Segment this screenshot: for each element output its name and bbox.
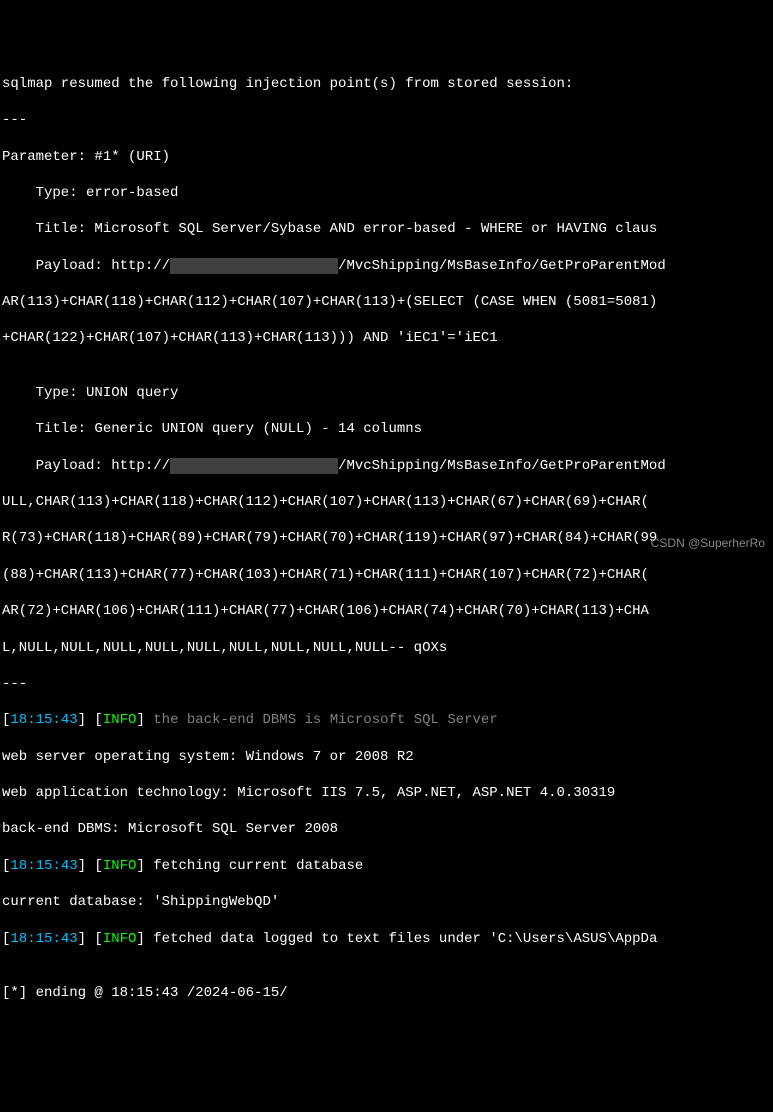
terminal-line: [18:15:43] [INFO] fetched data logged to…: [2, 930, 771, 948]
text: ULL,CHAR(113)+CHAR(118)+CHAR(112)+CHAR(1…: [2, 494, 649, 510]
terminal-line: Title: Generic UNION query (NULL) - 14 c…: [2, 420, 771, 438]
text: ---: [2, 676, 27, 692]
text: AR(113)+CHAR(118)+CHAR(112)+CHAR(107)+CH…: [2, 294, 657, 310]
terminal-line: web application technology: Microsoft II…: [2, 784, 771, 802]
log-level: INFO: [103, 858, 137, 874]
text: Title: Microsoft SQL Server/Sybase AND e…: [2, 221, 657, 237]
terminal-line: back-end DBMS: Microsoft SQL Server 2008: [2, 820, 771, 838]
terminal-line: Type: UNION query: [2, 384, 771, 402]
text: (88)+CHAR(113)+CHAR(77)+CHAR(103)+CHAR(7…: [2, 567, 649, 583]
terminal-line: [*] ending @ 18:15:43 /2024-06-15/: [2, 984, 771, 1002]
text: Type: UNION query: [2, 385, 178, 401]
redacted-ip: [170, 458, 338, 474]
watermark-text: CSDN @SuperherRo: [651, 536, 765, 550]
text: Type: error-based: [2, 185, 178, 201]
text: /MvcShipping/MsBaseInfo/GetProParentMod: [338, 258, 666, 274]
text: /MvcShipping/MsBaseInfo/GetProParentMod: [338, 458, 666, 474]
text: Payload: http://: [2, 258, 170, 274]
text: ---: [2, 112, 27, 128]
terminal-line: web server operating system: Windows 7 o…: [2, 748, 771, 766]
terminal-line: sqlmap resumed the following injection p…: [2, 75, 771, 93]
terminal-line: Payload: http:// /MvcShipping/MsBaseInfo…: [2, 257, 771, 275]
text: back-end DBMS: Microsoft SQL Server 2008: [2, 821, 338, 837]
log-message: the back-end DBMS is Microsoft SQL Serve…: [153, 712, 497, 728]
terminal-line: +CHAR(122)+CHAR(107)+CHAR(113)+CHAR(113)…: [2, 329, 771, 347]
text: R(73)+CHAR(118)+CHAR(89)+CHAR(79)+CHAR(7…: [2, 530, 657, 546]
text: web server operating system: Windows 7 o…: [2, 749, 414, 765]
terminal-line: current database: 'ShippingWebQD': [2, 893, 771, 911]
terminal-line: AR(113)+CHAR(118)+CHAR(112)+CHAR(107)+CH…: [2, 293, 771, 311]
terminal-line: Parameter: #1* (URI): [2, 148, 771, 166]
text: [*] ending @ 18:15:43 /2024-06-15/: [2, 985, 288, 1001]
text: Title: Generic UNION query (NULL) - 14 c…: [2, 421, 422, 437]
terminal-line: L,NULL,NULL,NULL,NULL,NULL,NULL,NULL,NUL…: [2, 639, 771, 657]
terminal-line: AR(72)+CHAR(106)+CHAR(111)+CHAR(77)+CHAR…: [2, 602, 771, 620]
timestamp: 18:15:43: [10, 858, 77, 874]
terminal-line: (88)+CHAR(113)+CHAR(77)+CHAR(103)+CHAR(7…: [2, 566, 771, 584]
text: sqlmap resumed the following injection p…: [2, 76, 573, 92]
terminal-line: Type: error-based: [2, 184, 771, 202]
redacted-ip: [170, 258, 338, 274]
log-message: fetched data logged to text files under …: [153, 931, 657, 947]
text: current database: 'ShippingWebQD': [2, 894, 279, 910]
log-level: INFO: [103, 931, 137, 947]
text: Payload: http://: [2, 458, 170, 474]
text: +CHAR(122)+CHAR(107)+CHAR(113)+CHAR(113)…: [2, 330, 498, 346]
log-level: INFO: [103, 712, 137, 728]
timestamp: 18:15:43: [10, 712, 77, 728]
terminal-line: Payload: http:// /MvcShipping/MsBaseInfo…: [2, 457, 771, 475]
watermark: CSDN @SuperherRo: [651, 536, 765, 552]
terminal-line: ULL,CHAR(113)+CHAR(118)+CHAR(112)+CHAR(1…: [2, 493, 771, 511]
text: L,NULL,NULL,NULL,NULL,NULL,NULL,NULL,NUL…: [2, 640, 447, 656]
timestamp: 18:15:43: [10, 931, 77, 947]
terminal-line: [18:15:43] [INFO] the back-end DBMS is M…: [2, 711, 771, 729]
terminal-line: ---: [2, 675, 771, 693]
terminal-line: Title: Microsoft SQL Server/Sybase AND e…: [2, 220, 771, 238]
text: web application technology: Microsoft II…: [2, 785, 615, 801]
terminal-line: ---: [2, 111, 771, 129]
text: AR(72)+CHAR(106)+CHAR(111)+CHAR(77)+CHAR…: [2, 603, 649, 619]
log-message: fetching current database: [153, 858, 363, 874]
terminal-line: [18:15:43] [INFO] fetching current datab…: [2, 857, 771, 875]
text: Parameter: #1* (URI): [2, 149, 170, 165]
